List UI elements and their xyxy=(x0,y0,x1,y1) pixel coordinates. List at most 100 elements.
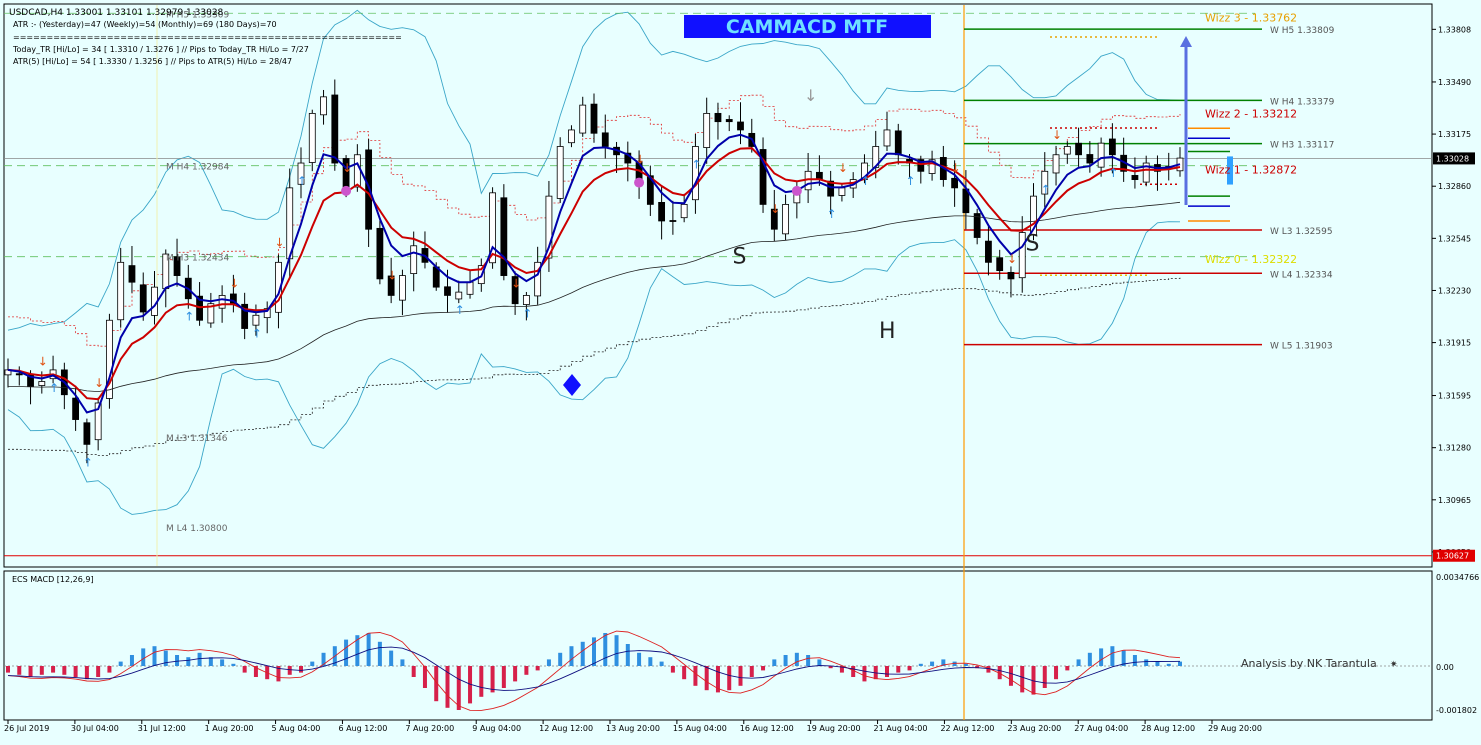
macd-histogram-bar xyxy=(546,659,551,666)
macd-histogram-bar xyxy=(625,644,630,666)
macd-histogram-bar xyxy=(806,655,811,666)
macd-histogram-bar xyxy=(84,666,89,680)
title-badge-text: CAMMACD MTF xyxy=(726,16,888,38)
y-tick-label: 1.30965 xyxy=(1438,496,1471,505)
candle-body xyxy=(1131,175,1139,180)
candle-body xyxy=(455,291,463,300)
macd-histogram-bar xyxy=(1042,666,1047,688)
sell-arrow-icon: ↓ xyxy=(387,268,397,282)
wizz-label: Wizz 2 - 1.33212 xyxy=(1205,107,1297,120)
sell-arrow-icon: ↓ xyxy=(342,161,352,175)
y-tick-label: 1.32230 xyxy=(1438,286,1471,295)
weekly-pivot-label: W L3 1.32595 xyxy=(1270,227,1333,237)
monthly-pivot-label: M L4 1.30800 xyxy=(166,524,228,534)
x-tick-label: 28 Aug 12:00 xyxy=(1141,724,1195,733)
candle-body xyxy=(680,204,688,219)
y-tick-label: 1.33808 xyxy=(1438,25,1471,34)
macd-histogram-bar xyxy=(930,661,935,666)
macd-label: ECS MACD [12,26,9] xyxy=(12,575,94,584)
macd-histogram-bar xyxy=(141,648,146,666)
x-tick-label: 23 Aug 20:00 xyxy=(1007,724,1061,733)
signal-dot-icon xyxy=(634,177,645,188)
candle-body xyxy=(556,146,564,199)
macd-histogram-bar xyxy=(1076,659,1081,666)
macd-histogram-bar xyxy=(794,652,799,666)
buy-arrow-icon: ↑ xyxy=(860,174,870,188)
macd-histogram-bar xyxy=(400,659,405,666)
macd-histogram-bar xyxy=(1144,659,1149,666)
buy-arrow-icon: ↑ xyxy=(252,326,262,340)
macd-histogram-bar xyxy=(175,655,180,666)
weekly-pivot-label: W H3 1.33117 xyxy=(1270,141,1334,151)
red-line-price-label: 1.30627 xyxy=(1436,552,1469,561)
x-tick-label: 16 Aug 12:00 xyxy=(740,724,794,733)
macd-histogram-bar xyxy=(231,663,236,666)
monthly-pivot-label: M L3 1.31346 xyxy=(166,434,228,444)
current-price-label: 1.33028 xyxy=(1436,154,1469,163)
today-tr-line: Today_TR [Hi/Lo] = 34 [ 1.3310 / 1.3276 … xyxy=(12,45,309,54)
buy-arrow-icon: ↑ xyxy=(455,303,465,317)
candle-body xyxy=(353,154,361,188)
y-tick-label: 1.32545 xyxy=(1438,234,1471,243)
candle-body xyxy=(308,112,316,163)
sell-arrow-icon: ↓ xyxy=(635,153,645,167)
y-tick-label: 1.33175 xyxy=(1438,130,1471,139)
price-chart[interactable]: ↑↑↑↑↑↑ ↑↑↑↑ ↑↑↑↓↓↓↓↓↓↓↓↓↓ ↓↓↓↓ 1.338081.334… xyxy=(0,0,1481,741)
candle-body xyxy=(15,373,23,376)
macd-histogram-bar xyxy=(738,666,743,686)
candle-body xyxy=(737,121,744,131)
buy-arrow-icon: ↑ xyxy=(906,174,916,188)
macd-histogram-bar xyxy=(1110,646,1115,666)
macd-histogram-bar xyxy=(242,666,247,673)
macd-histogram-bar xyxy=(885,666,889,677)
main-plot-frame xyxy=(3,3,1433,568)
weekly-pivot-label: W H4 1.33379 xyxy=(1270,97,1335,107)
macd-histogram-bar xyxy=(163,650,168,666)
candle-body xyxy=(218,295,226,309)
sell-arrow-icon: ↓ xyxy=(94,376,104,390)
macd-histogram-bar xyxy=(310,661,315,666)
sell-arrow-icon: ↓ xyxy=(1052,128,1062,142)
buy-arrow-icon: ↑ xyxy=(184,310,194,324)
macd-histogram-bar xyxy=(614,635,619,666)
buy-arrow-icon: ↑ xyxy=(522,306,532,320)
macd-histogram-bar xyxy=(1178,661,1182,666)
signal-dot-icon xyxy=(341,185,352,196)
macd-histogram-bar xyxy=(129,655,134,666)
macd-histogram-bar xyxy=(749,666,754,677)
candle-body xyxy=(1097,142,1105,168)
weekly-pivot-label: W H5 1.33809 xyxy=(1270,26,1335,36)
atr-line: ATR :- (Yesterday)=47 (Weekly)=54 (Month… xyxy=(13,20,277,29)
candle-body xyxy=(692,146,699,201)
watermark-star-icon: ✷ xyxy=(1390,660,1398,670)
macd-histogram-bar xyxy=(73,666,78,677)
macd-histogram-bar xyxy=(456,666,461,710)
macd-histogram-bar xyxy=(501,666,506,688)
macd-histogram-bar xyxy=(118,661,123,666)
separator-line: ========================================… xyxy=(13,33,402,42)
macd-histogram-bar xyxy=(479,666,484,697)
sell-arrow-icon: ↓ xyxy=(1007,252,1017,266)
weekly-pivot-label: W L5 1.31903 xyxy=(1270,342,1333,352)
candle-body xyxy=(399,275,406,301)
candle-body xyxy=(601,132,609,147)
sell-arrow-icon: ↓ xyxy=(770,202,780,216)
sell-arrow-icon: ↓ xyxy=(38,354,48,368)
candle-body xyxy=(669,220,677,222)
y-tick-label: 1.31280 xyxy=(1438,444,1471,453)
macd-histogram-bar xyxy=(637,652,642,666)
sell-arrow-icon: ↓ xyxy=(951,161,961,175)
pattern-label: S xyxy=(733,245,747,270)
macd-histogram-bar xyxy=(377,641,382,666)
macd-histogram-bar xyxy=(62,666,67,675)
candle-body xyxy=(444,286,451,296)
candle-body xyxy=(658,201,666,222)
candle-body xyxy=(996,257,1004,272)
macd-histogram-bar xyxy=(107,666,112,673)
x-tick-label: 7 Aug 20:00 xyxy=(405,724,454,733)
candle-body xyxy=(128,265,136,283)
macd-histogram-bar xyxy=(17,666,22,675)
candle-body xyxy=(83,422,91,445)
candle-body xyxy=(252,314,260,326)
macd-histogram-bar xyxy=(220,659,225,666)
